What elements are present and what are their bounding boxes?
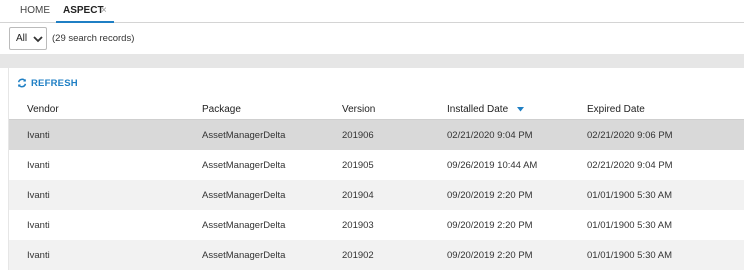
table-row[interactable]: Ivanti AssetManagerDelta 201905 09/26/2019 … <box>9 150 744 180</box>
cell-vendor: Ivanti <box>27 130 50 141</box>
tab-aspect[interactable]: ASPECT × <box>56 0 114 23</box>
sort-descending-icon <box>516 106 524 112</box>
cell-version: 201905 <box>342 160 374 171</box>
cell-vendor: Ivanti <box>27 250 50 261</box>
cell-vendor: Ivanti <box>27 220 50 231</box>
cell-vendor: Ivanti <box>27 190 50 201</box>
cell-expired-date: 01/01/1900 5:30 AM <box>587 250 673 261</box>
table-row[interactable]: Ivanti AssetManagerDelta 201903 09/20/2019 … <box>9 210 744 240</box>
cell-expired-date: 02/21/2020 9:06 PM <box>587 130 673 141</box>
column-header-package[interactable]: Package <box>202 104 241 115</box>
divider-band <box>0 54 744 68</box>
tab-bar: HOME ASPECT × <box>0 0 744 23</box>
cell-installed-date: 02/21/2020 9:04 PM <box>447 130 533 141</box>
table-row[interactable]: Ivanti AssetManagerDelta 201902 09/20/2019 … <box>9 240 744 270</box>
close-icon[interactable]: × <box>101 0 107 21</box>
cell-package: AssetManagerDelta <box>202 130 286 141</box>
column-header-version[interactable]: Version <box>342 104 375 115</box>
column-header-expired-date[interactable]: Expired Date <box>587 104 645 115</box>
cell-installed-date: 09/26/2019 10:44 AM <box>447 160 538 171</box>
tab-home[interactable]: HOME <box>20 0 50 23</box>
filter-bar: All (29 search records) <box>0 24 744 54</box>
cell-package: AssetManagerDelta <box>202 250 286 261</box>
cell-package: AssetManagerDelta <box>202 190 286 201</box>
cell-version: 201904 <box>342 190 374 201</box>
filter-select-value: All <box>16 33 28 44</box>
results-panel: REFRESH Vendor Package Version Installed… <box>8 68 744 270</box>
refresh-icon <box>17 78 27 88</box>
column-header-installed-date-label: Installed Date <box>447 104 509 115</box>
chevron-down-icon <box>33 36 43 43</box>
filter-select[interactable]: All <box>9 27 47 50</box>
refresh-button[interactable]: REFRESH <box>17 76 78 90</box>
refresh-label: REFRESH <box>31 77 78 89</box>
cell-version: 201903 <box>342 220 374 231</box>
tab-aspect-label: ASPECT <box>63 5 104 16</box>
table-row[interactable]: Ivanti AssetManagerDelta 201904 09/20/2019 … <box>9 180 744 210</box>
table-header: Vendor Package Version Installed Date Ex… <box>9 98 744 120</box>
cell-installed-date: 09/20/2019 2:20 PM <box>447 190 533 201</box>
cell-installed-date: 09/20/2019 2:20 PM <box>447 250 533 261</box>
cell-installed-date: 09/20/2019 2:20 PM <box>447 220 533 231</box>
cell-expired-date: 01/01/1900 5:30 AM <box>587 190 673 201</box>
cell-version: 201906 <box>342 130 374 141</box>
cell-version: 201902 <box>342 250 374 261</box>
cell-package: AssetManagerDelta <box>202 160 286 171</box>
column-header-installed-date[interactable]: Installed Date <box>447 104 524 115</box>
cell-package: AssetManagerDelta <box>202 220 286 231</box>
cell-expired-date: 02/21/2020 9:04 PM <box>587 160 673 171</box>
table-row[interactable]: Ivanti AssetManagerDelta 201906 02/21/2020 … <box>9 120 744 150</box>
column-header-vendor[interactable]: Vendor <box>27 104 59 115</box>
cell-expired-date: 01/01/1900 5:30 AM <box>587 220 673 231</box>
cell-vendor: Ivanti <box>27 160 50 171</box>
search-records-count: (29 search records) <box>52 33 135 44</box>
